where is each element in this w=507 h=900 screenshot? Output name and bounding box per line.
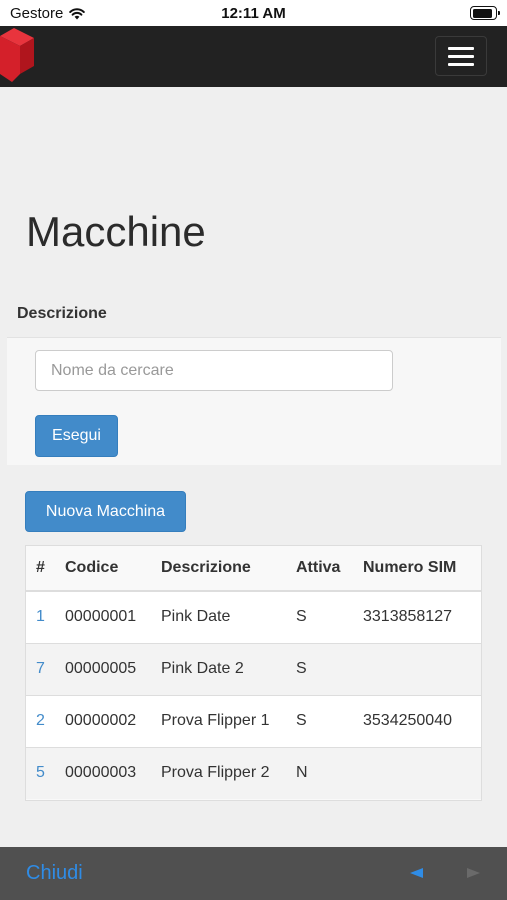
col-header-sim: Numero SIM: [363, 546, 481, 592]
clock: 12:11 AM: [221, 5, 286, 22]
cell-sim: [363, 642, 481, 695]
cell-code: 00000003: [65, 746, 161, 799]
col-header-description: Descrizione: [161, 546, 296, 592]
cell-description: Pink Date 2: [161, 642, 296, 695]
cell-sim: 3534250040: [363, 694, 481, 747]
machines-table: # Codice Descrizione Attiva Numero SIM 1…: [25, 545, 482, 801]
close-button[interactable]: Chiudi: [26, 862, 83, 885]
col-header-number: #: [26, 546, 65, 592]
cell-code: 00000002: [65, 694, 161, 747]
filter-label: Descrizione: [17, 305, 107, 322]
forward-arrow-icon[interactable]: [467, 868, 480, 878]
cell-active: S: [296, 590, 363, 643]
execute-button[interactable]: Esegui: [35, 415, 118, 457]
cell-description: Prova Flipper 2: [161, 746, 296, 799]
row-id-link[interactable]: 7: [36, 660, 45, 677]
menu-bar: [448, 62, 474, 66]
cell-code: 00000001: [65, 590, 161, 643]
search-input[interactable]: [35, 350, 393, 391]
table-header-row: # Codice Descrizione Attiva Numero SIM: [26, 546, 481, 592]
cell-active: S: [296, 694, 363, 747]
table-row: 5 00000003 Prova Flipper 2 N: [26, 746, 481, 799]
battery-level: [472, 8, 493, 18]
page-title: Macchine: [26, 208, 206, 255]
bottom-toolbar: Chiudi: [0, 847, 507, 900]
new-machine-button[interactable]: Nuova Macchina: [25, 491, 186, 532]
col-header-code: Codice: [65, 546, 161, 592]
col-header-active: Attiva: [296, 546, 363, 592]
cell-active: N: [296, 746, 363, 799]
table-row: 1 00000001 Pink Date S 3313858127: [26, 590, 481, 643]
menu-bar: [448, 54, 474, 58]
back-arrow-icon[interactable]: [410, 868, 423, 878]
red-cube-logo[interactable]: [0, 26, 36, 87]
navbar: [0, 26, 507, 87]
cell-sim: 3313858127: [363, 590, 481, 643]
row-id-link[interactable]: 5: [36, 764, 45, 781]
status-bar: Gestore 12:11 AM: [0, 0, 507, 26]
cell-description: Prova Flipper 1: [161, 694, 296, 747]
table-row: 7 00000005 Pink Date 2 S: [26, 642, 481, 695]
row-id-link[interactable]: 1: [36, 608, 45, 625]
cell-code: 00000005: [65, 642, 161, 695]
table-row: 2 00000002 Prova Flipper 1 S 3534250040: [26, 694, 481, 747]
filter-panel: Esegui: [7, 337, 501, 465]
cell-active: S: [296, 642, 363, 695]
row-id-link[interactable]: 2: [36, 712, 45, 729]
cell-sim: [363, 746, 481, 799]
hamburger-menu-icon[interactable]: [435, 36, 487, 76]
cell-description: Pink Date: [161, 590, 296, 643]
menu-bar: [448, 46, 474, 50]
battery-icon: [470, 6, 500, 20]
